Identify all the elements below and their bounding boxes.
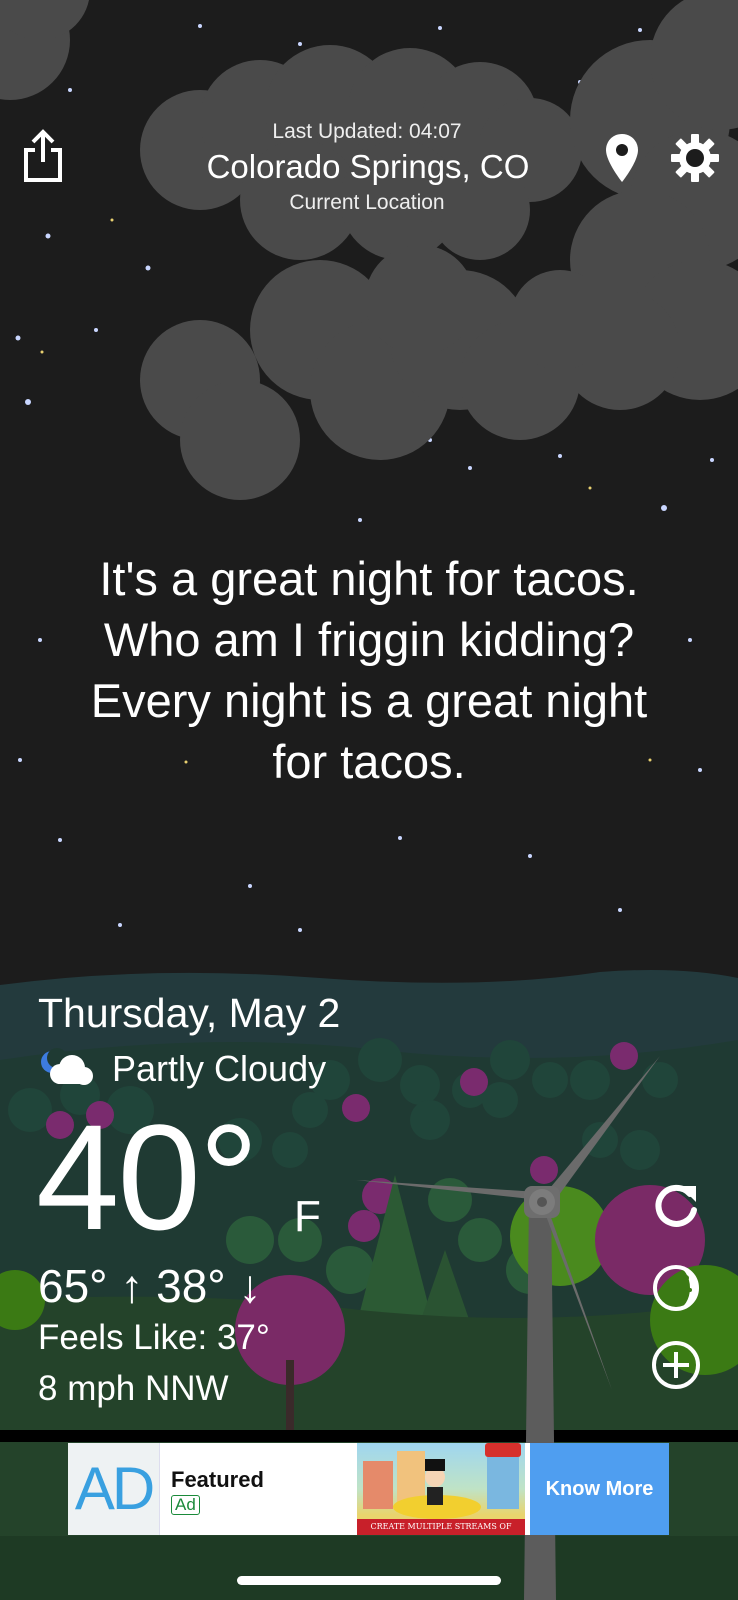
location-subtitle: Current Location	[289, 191, 445, 214]
refresh-button[interactable]	[650, 1180, 702, 1232]
ad-featured-label: Featured	[171, 1467, 264, 1492]
map-pin-icon	[606, 134, 638, 182]
add-location-button[interactable]	[650, 1339, 702, 1391]
location-title[interactable]: Colorado Springs, CO	[138, 148, 598, 186]
home-indicator[interactable]	[237, 1576, 501, 1585]
wind-label: 8 mph NNW	[38, 1369, 229, 1408]
moon-phase-button[interactable]	[650, 1262, 702, 1314]
share-icon	[24, 129, 62, 182]
message-line: for tacos.	[272, 735, 466, 788]
ad-banner-caption: CREATE MULTIPLE STREAMS OF INCOME	[357, 1519, 525, 1535]
partly-cloudy-night-icon	[38, 1048, 94, 1088]
date-label: Thursday, May 2	[38, 990, 341, 1036]
moon-phase-icon	[653, 1265, 699, 1311]
location-button[interactable]	[604, 132, 640, 184]
condition-label: Partly Cloudy	[112, 1048, 327, 1089]
ad-banner[interactable]: AD Featured Ad CREATE MULTIPLE STREAMS O…	[68, 1443, 669, 1535]
refresh-icon	[655, 1184, 697, 1227]
temperature-value: 40°	[36, 1093, 259, 1261]
message-line: It's a great night for tacos.	[99, 552, 639, 605]
ad-logo: AD	[68, 1443, 160, 1535]
settings-button[interactable]	[670, 133, 720, 183]
last-updated-label: Last Updated: 04:07	[272, 120, 462, 143]
feels-like-label: Feels Like: 37°	[38, 1318, 270, 1357]
ad-illustration	[363, 1443, 521, 1519]
know-more-button[interactable]: Know More	[530, 1443, 669, 1535]
temperature-unit[interactable]: F	[294, 1192, 321, 1242]
weather-message: It's a great night for tacos. Who am I f…	[40, 548, 698, 792]
ad-tag: Ad	[171, 1495, 200, 1515]
message-line: Who am I friggin kidding?	[103, 613, 635, 666]
high-low-temps: 65° ↑ 38° ↓	[38, 1260, 262, 1312]
ad-image[interactable]: CREATE MULTIPLE STREAMS OF INCOME	[357, 1443, 525, 1535]
add-circle-icon	[652, 1341, 700, 1389]
gear-icon	[671, 134, 719, 182]
night-scene-background	[0, 0, 738, 1600]
share-button[interactable]	[20, 128, 66, 184]
message-line: Every night is a great night	[90, 674, 648, 727]
